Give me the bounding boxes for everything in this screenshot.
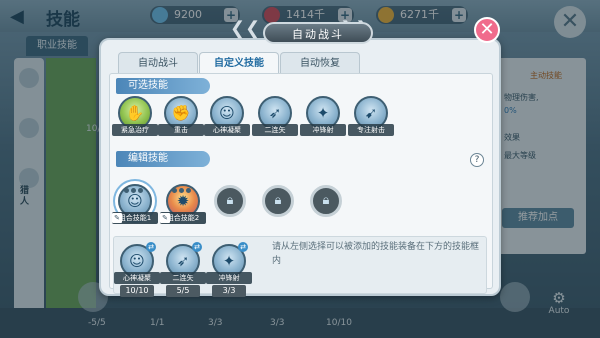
skill-focus[interactable]: ☺ 心神凝聚 [204,96,250,136]
skill-label: 二连矢 [160,272,206,284]
tab-custom-skill[interactable]: 自定义技能 [199,52,279,74]
dialog-title: 自动战斗 [263,22,373,44]
hint-text: 请从左侧选择可以被添加的技能装备在下方的技能框内 [272,242,480,266]
combo-dots [124,178,152,193]
skill-label: 冲锋射 [206,272,252,284]
locked-slot-1: 🔒︎ [214,185,246,217]
dialog-close-button[interactable]: ✕ [474,17,500,43]
swap-icon[interactable]: ⇄ [146,242,156,252]
lock-icon: 🔒︎ [274,193,282,208]
locked-slot-3: 🔒︎ [310,185,342,217]
combo-dots [172,178,200,193]
skill-count: 10/10 [120,285,154,297]
skill-label: 心神凝聚 [114,272,160,284]
tab-auto-recovery[interactable]: 自动恢复 [280,52,360,74]
lock-icon: 🔒︎ [226,193,234,208]
available-skills-header: 可选技能 [116,78,210,94]
skill-label: 紧急治疗 [112,124,158,136]
left-wing-icon: ❮❮ [230,18,261,39]
swap-icon[interactable]: ⇄ [192,242,202,252]
help-icon[interactable]: ? [470,153,484,167]
skill-label: 冲锋射 [300,124,346,136]
combo-skill-1[interactable]: ☺ 组合技能1 ✎ [112,184,158,224]
skill-count: 3/3 [212,285,246,297]
skill-charge-shot[interactable]: ✦ 冲锋射 [300,96,346,136]
tab-auto-battle[interactable]: 自动战斗 [118,52,198,74]
skill-emergency-heal[interactable]: ✋ 紧急治疗 [112,96,158,136]
skill-label: 重击 [158,124,204,136]
combo-skill-2[interactable]: ✹ 组合技能2 ✎ [160,184,206,224]
swap-icon[interactable]: ⇄ [238,242,248,252]
skill-double-arrow[interactable]: ➶ 二连矢 [252,96,298,136]
locked-slot-2: 🔒︎ [262,185,294,217]
skill-label: 二连矢 [252,124,298,136]
skill-count: 5/5 [166,285,200,297]
edit-pencil-icon[interactable]: ✎ [112,213,122,223]
skill-label: 心神凝聚 [204,124,250,136]
skill-label: 专注射击 [348,124,394,136]
lock-icon: 🔒︎ [322,193,330,208]
skill-heavy-strike[interactable]: ✊ 重击 [158,96,204,136]
skill-focus-shot[interactable]: ➹ 专注射击 [348,96,394,136]
edit-skills-header: 编辑技能 [116,151,210,167]
edit-pencil-icon[interactable]: ✎ [160,213,170,223]
